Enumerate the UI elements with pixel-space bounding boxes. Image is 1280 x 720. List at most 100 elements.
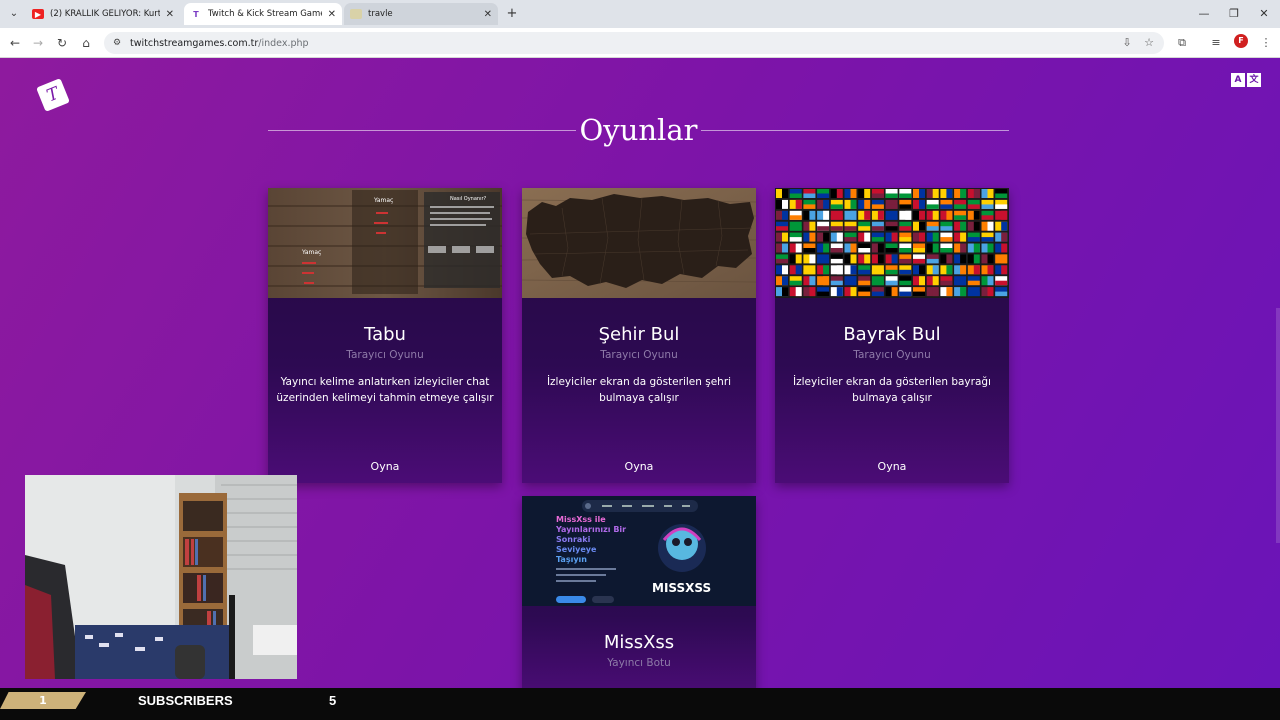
flag-tile-stripe <box>782 210 788 220</box>
translate-icon: 文 <box>1247 73 1261 87</box>
divider <box>268 129 576 131</box>
media-control-icon[interactable]: ≡ <box>1208 35 1224 51</box>
flag-tile-stripe <box>885 193 898 198</box>
flag-tile-stripe <box>967 237 980 242</box>
flag-tile-stripe <box>789 280 802 286</box>
flag-tile-stripe <box>776 258 788 264</box>
flag-tile-stripe <box>899 280 912 286</box>
flag-tile-stripe <box>817 258 830 264</box>
restore-icon[interactable]: ❐ <box>1226 6 1242 22</box>
flag-tile-stripe <box>789 215 802 220</box>
preview-headline: Taşıyın <box>556 555 587 564</box>
flag-tile-stripe <box>987 243 994 253</box>
reload-icon[interactable]: ↻ <box>54 35 70 51</box>
close-icon[interactable]: ✕ <box>328 9 336 20</box>
new-tab-plus-icon[interactable]: + <box>504 6 520 22</box>
flag-tile-stripe <box>932 210 939 220</box>
preview-headline: MissXss ile <box>556 515 606 524</box>
flag-tile-stripe <box>995 291 1008 297</box>
flag-tile-stripe <box>946 189 953 198</box>
site-info-icon[interactable]: ⚙ <box>110 37 124 49</box>
flag-tile-stripe <box>885 248 898 253</box>
flag-tile-stripe <box>809 276 816 286</box>
flag-tile-stripe <box>803 204 816 209</box>
flag-tile-stripe <box>795 254 802 264</box>
flag-tile-stripe <box>836 265 843 275</box>
flag-tile-stripe <box>809 254 816 264</box>
forward-arrow-icon[interactable]: → <box>30 35 46 51</box>
flag-tile-stripe <box>913 248 925 253</box>
preview-headline: Seviyeye <box>556 545 597 554</box>
flag-tile-stripe <box>919 232 925 242</box>
flag-tile-stripe <box>782 287 788 297</box>
flag-tile-stripe <box>809 210 816 220</box>
tab-travle[interactable]: travle ✕ <box>344 3 498 25</box>
flag-tile-stripe <box>973 189 980 198</box>
flag-tile-stripe <box>795 287 802 297</box>
flag-tile-stripe <box>864 189 871 198</box>
flag-tile-stripe <box>960 287 967 297</box>
flag-tile-stripe <box>858 248 871 253</box>
profile-avatar[interactable]: F <box>1234 34 1248 48</box>
flag-tile-stripe <box>885 215 898 220</box>
flag-tile-stripe <box>830 280 843 286</box>
install-app-icon[interactable]: ⇩ <box>1120 36 1134 49</box>
flag-tile-stripe <box>844 237 857 242</box>
flag-tile-stripe <box>817 226 830 231</box>
flag-tile-stripe <box>960 189 967 198</box>
flag-tile-stripe <box>891 287 898 297</box>
play-button-tabu[interactable]: Oyna <box>268 460 502 473</box>
turkey-map-preview-image <box>522 188 756 298</box>
flag-tile-stripe <box>919 265 925 275</box>
flag-tile-stripe <box>885 204 898 209</box>
flag-tile-stripe <box>795 243 802 253</box>
play-button-bayrak-bul[interactable]: Oyna <box>775 460 1009 473</box>
flag-tile-stripe <box>973 243 980 253</box>
bookmark-star-icon[interactable]: ☆ <box>1142 36 1156 49</box>
flag-tile-stripe <box>782 199 788 209</box>
flag-tile-stripe <box>789 237 802 242</box>
home-icon[interactable]: ⌂ <box>78 35 94 51</box>
flag-tile-stripe <box>926 258 939 264</box>
flag-tile-stripe <box>823 232 830 242</box>
close-icon[interactable]: ✕ <box>166 9 174 20</box>
card-description: İzleyiciler ekran da gösterilen şehri bu… <box>546 376 732 404</box>
kebab-menu-icon[interactable]: ⋮ <box>1258 35 1274 51</box>
play-button-sehir-bul[interactable]: Oyna <box>522 460 756 473</box>
flag-tile-stripe <box>954 280 967 286</box>
flag-tile-stripe <box>960 254 967 264</box>
language-toggle[interactable]: A 文 <box>1231 73 1261 87</box>
site-logo[interactable]: T <box>36 78 70 112</box>
flag-tile-stripe <box>899 237 912 242</box>
tab-twitch-kick-stream-games[interactable]: T Twitch & Kick Stream Games ✕ <box>184 3 342 25</box>
flag-tile-stripe <box>871 226 884 231</box>
tab-youtube[interactable]: ▶ (2) KRALLIK GELİYOR: Kurtuluş ✕ <box>26 3 180 25</box>
flag-tile-stripe <box>967 204 980 209</box>
translate-icon: A <box>1231 73 1245 87</box>
flag-tile-stripe <box>932 243 939 253</box>
address-bar[interactable]: ⚙ twitchstreamgames.com.tr/index.php ⇩ ☆ <box>104 32 1164 54</box>
flag-tile-stripe <box>960 221 967 231</box>
flag-tile-stripe <box>830 226 843 231</box>
flag-tile-stripe <box>987 287 994 297</box>
window-close-icon[interactable]: ✕ <box>1256 6 1272 22</box>
flag-tile-stripe <box>850 276 857 286</box>
scrollbar-thumb[interactable] <box>1276 308 1280 543</box>
webcam-overlay <box>25 475 297 679</box>
flag-tile-stripe <box>891 254 898 264</box>
flag-tile-stripe <box>932 287 939 297</box>
back-arrow-icon[interactable]: ← <box>7 35 23 51</box>
flag-tile-stripe <box>940 237 953 242</box>
flag-tile-stripe <box>946 287 953 297</box>
extensions-icon[interactable]: ⧉ <box>1174 35 1190 51</box>
close-icon[interactable]: ✕ <box>484 9 492 20</box>
flag-tile-stripe <box>987 276 994 286</box>
flag-tile-stripe <box>899 258 912 264</box>
flag-tile-stripe <box>995 193 1008 198</box>
minimize-icon[interactable]: — <box>1196 6 1212 22</box>
subscribers-label: SUBSCRIBERS <box>138 693 233 708</box>
flag-tile-stripe <box>871 237 884 242</box>
tab-title: travle <box>368 9 393 19</box>
tab-search-chevron-icon[interactable]: ⌄ <box>6 6 22 22</box>
flag-tile-stripe <box>789 226 802 231</box>
